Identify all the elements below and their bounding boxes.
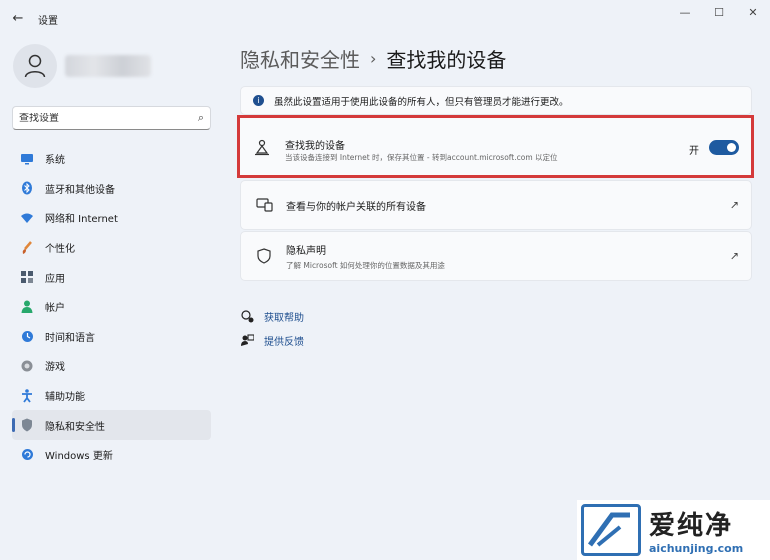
sidebar-item-label: 应用 bbox=[45, 273, 65, 285]
external-link-icon: ↗ bbox=[729, 198, 739, 212]
avatar bbox=[13, 44, 57, 88]
sidebar-item-label: 个性化 bbox=[45, 244, 75, 256]
watermark-brand: 爱纯净 bbox=[649, 511, 734, 541]
find-device-toggle[interactable] bbox=[709, 140, 739, 155]
get-help-label: 获取帮助 bbox=[264, 312, 304, 324]
watermark-url: aichunjing.com bbox=[649, 542, 744, 555]
sidebar-item-apps[interactable]: 应用 bbox=[12, 262, 211, 292]
sidebar-item-personalization[interactable]: 个性化 bbox=[12, 233, 211, 263]
sidebar-item-bluetooth[interactable]: 蓝牙和其他设备 bbox=[12, 174, 211, 204]
find-device-title: 查找我的设备 bbox=[285, 141, 345, 152]
close-button[interactable]: ✕ bbox=[736, 0, 770, 24]
give-feedback-label: 提供反馈 bbox=[264, 336, 304, 348]
sidebar-item-label: 隐私和安全性 bbox=[45, 421, 105, 433]
location-person-icon bbox=[253, 138, 271, 156]
sidebar-item-label: 游戏 bbox=[45, 362, 65, 374]
sidebar-item-privacy-security[interactable]: 隐私和安全性 bbox=[12, 410, 211, 440]
sidebar-item-label: 蓝牙和其他设备 bbox=[45, 184, 115, 196]
search-icon[interactable]: ⌕ bbox=[198, 111, 204, 125]
chevron-right-icon: › bbox=[370, 49, 377, 68]
shield-icon bbox=[20, 418, 34, 432]
minimize-button[interactable]: — bbox=[668, 0, 702, 24]
person-icon bbox=[24, 54, 46, 78]
sidebar-item-label: 帐户 bbox=[45, 303, 65, 315]
feedback-icon bbox=[240, 333, 254, 347]
give-feedback-link[interactable]: 提供反馈 bbox=[240, 328, 304, 352]
shield-outline-icon bbox=[255, 247, 273, 265]
brand-logo-icon bbox=[581, 504, 641, 556]
person-icon bbox=[20, 300, 34, 314]
breadcrumb: 隐私和安全性 › 查找我的设备 bbox=[240, 44, 506, 73]
site-watermark: 爱纯净 aichunjing.com bbox=[577, 500, 770, 560]
search-input[interactable] bbox=[19, 112, 198, 124]
app-title: 设置 bbox=[38, 16, 58, 27]
back-button[interactable]: ← bbox=[8, 8, 28, 28]
info-text: 虽然此设置适用于使用此设备的所有人，但只有管理员才能进行更改。 bbox=[274, 96, 569, 108]
globe-clock-icon bbox=[20, 329, 34, 343]
help-icon bbox=[240, 309, 254, 323]
wifi-icon bbox=[20, 211, 34, 225]
sidebar-item-label: Windows 更新 bbox=[45, 451, 113, 463]
apps-icon bbox=[20, 270, 34, 284]
sidebar-item-windows-update[interactable]: Windows 更新 bbox=[12, 440, 211, 470]
find-device-description: 当该设备连接到 Internet 时，保存其位置 - 转到account.mic… bbox=[285, 153, 558, 162]
help-links: 获取帮助 提供反馈 bbox=[240, 304, 304, 352]
get-help-link[interactable]: 获取帮助 bbox=[240, 304, 304, 328]
info-icon: i bbox=[253, 95, 264, 106]
search-box[interactable]: ⌕ bbox=[12, 106, 211, 130]
bluetooth-icon bbox=[20, 181, 34, 195]
devices-icon bbox=[255, 196, 273, 214]
breadcrumb-parent[interactable]: 隐私和安全性 bbox=[240, 44, 360, 73]
brush-icon bbox=[20, 240, 34, 255]
external-link-icon: ↗ bbox=[729, 249, 739, 263]
user-profile[interactable] bbox=[13, 44, 151, 88]
user-name-blurred bbox=[65, 55, 151, 77]
gamepad-icon bbox=[20, 359, 34, 373]
privacy-statement-row[interactable]: 隐私声明 了解 Microsoft 如何处理你的位置数据及其用途 ↗ bbox=[240, 231, 752, 281]
privacy-statement-description: 了解 Microsoft 如何处理你的位置数据及其用途 bbox=[286, 260, 445, 270]
page-title: 查找我的设备 bbox=[386, 48, 507, 72]
sidebar-item-accessibility[interactable]: 辅助功能 bbox=[12, 381, 211, 411]
sidebar-item-gaming[interactable]: 游戏 bbox=[12, 351, 211, 381]
sidebar-nav: 系统 蓝牙和其他设备 网络和 Internet 个性化 应用 帐户 时间和语言 … bbox=[12, 144, 211, 470]
toggle-state-label: 开 bbox=[689, 146, 699, 157]
sidebar-item-time-language[interactable]: 时间和语言 bbox=[12, 322, 211, 352]
sidebar-item-label: 网络和 Internet bbox=[45, 214, 118, 226]
monitor-icon bbox=[20, 152, 34, 166]
window-controls: — ☐ ✕ bbox=[668, 0, 770, 24]
sidebar-item-label: 辅助功能 bbox=[45, 392, 85, 404]
admin-info-banner: i 虽然此设置适用于使用此设备的所有人，但只有管理员才能进行更改。 bbox=[240, 86, 752, 115]
sidebar-item-system[interactable]: 系统 bbox=[12, 144, 211, 174]
sidebar-item-accounts[interactable]: 帐户 bbox=[12, 292, 211, 322]
update-icon bbox=[20, 448, 34, 462]
sidebar-item-label: 时间和语言 bbox=[45, 332, 95, 344]
privacy-statement-title: 隐私声明 bbox=[286, 245, 326, 257]
view-devices-label: 查看与你的帐户关联的所有设备 bbox=[286, 201, 426, 213]
accessibility-icon bbox=[20, 388, 34, 403]
view-devices-row[interactable]: 查看与你的帐户关联的所有设备 ↗ bbox=[240, 180, 752, 230]
title-bar: ← 设置 — ☐ ✕ bbox=[0, 0, 770, 36]
maximize-button[interactable]: ☐ bbox=[702, 0, 736, 24]
sidebar-item-network[interactable]: 网络和 Internet bbox=[12, 203, 211, 233]
sidebar-item-label: 系统 bbox=[45, 155, 65, 167]
find-my-device-row: 查找我的设备 当该设备连接到 Internet 时，保存其位置 - 转到acco… bbox=[237, 115, 754, 178]
